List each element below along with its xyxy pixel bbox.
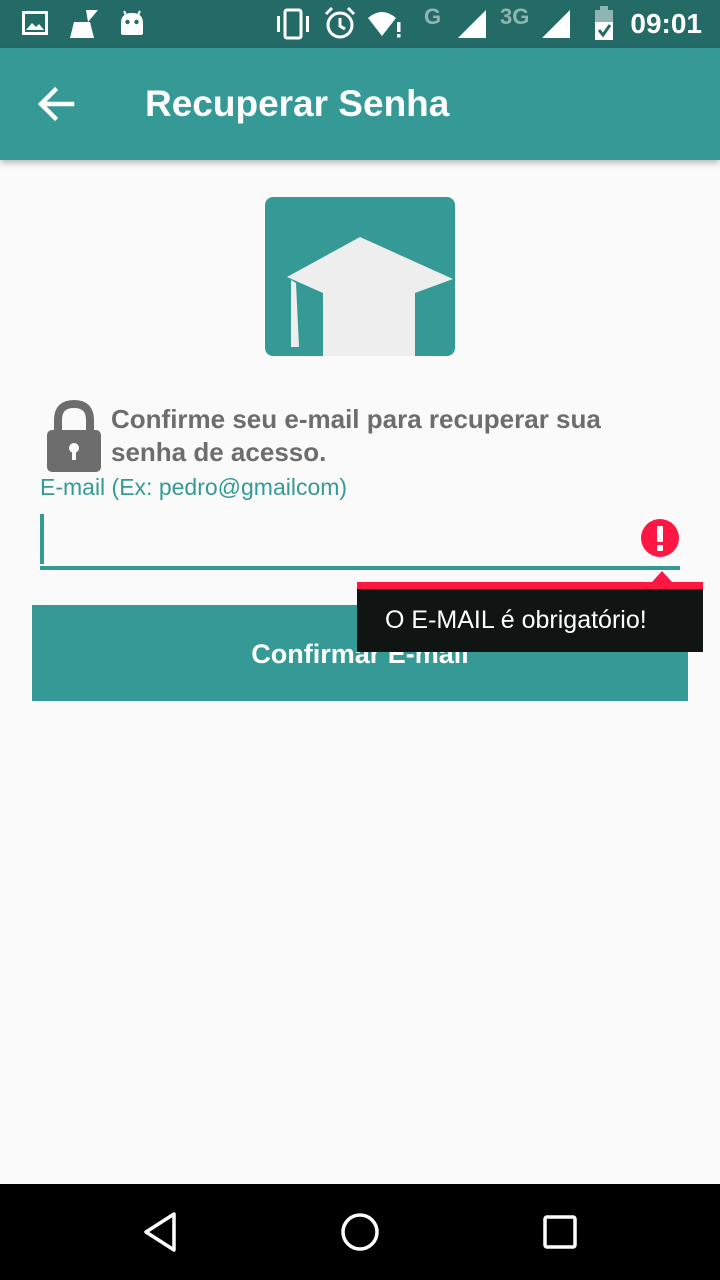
email-label: E-mail (Ex: pedro@gmailcom)	[40, 474, 348, 500]
recents-square-icon[interactable]	[538, 1210, 582, 1254]
email-input[interactable]	[40, 512, 646, 566]
lock-icon	[47, 400, 101, 472]
network-g-label: G	[424, 4, 442, 29]
app-bar: Recuperar Senha	[0, 48, 720, 160]
alarm-icon	[324, 6, 356, 39]
screen: G 3G 09:01 Recuperar Senha Confirme seu …	[0, 0, 720, 1280]
signal-icon	[542, 10, 570, 38]
arrow-back-icon	[37, 86, 75, 122]
error-popup-bar	[357, 582, 703, 589]
home-circle-icon[interactable]	[338, 1210, 382, 1254]
navigation-bar	[0, 1184, 720, 1280]
error-popup: O E-MAIL é obrigatório!	[357, 571, 703, 652]
info-text: Confirme seu e-mail para recuperar sua s…	[111, 404, 601, 467]
graduation-cap-logo	[265, 197, 455, 356]
network-3g-label: 3G	[500, 4, 530, 29]
text-cursor	[40, 514, 44, 564]
android-icon	[121, 10, 143, 35]
back-button[interactable]	[28, 76, 84, 132]
back-triangle-icon[interactable]	[138, 1210, 182, 1254]
status-bar: G 3G 09:01	[0, 0, 720, 48]
error-icon	[641, 519, 679, 557]
signal-icon	[458, 10, 486, 38]
vibrate-icon	[277, 8, 309, 40]
cleaner-icon	[70, 10, 98, 38]
battery-icon	[595, 6, 613, 40]
email-underline	[40, 566, 680, 570]
page-title: Recuperar Senha	[145, 83, 450, 124]
status-time: 09:01	[630, 8, 702, 39]
wifi-icon	[368, 12, 401, 38]
error-message: O E-MAIL é obrigatório!	[385, 606, 647, 634]
error-popup-pointer	[652, 571, 672, 582]
image-icon	[22, 11, 48, 35]
